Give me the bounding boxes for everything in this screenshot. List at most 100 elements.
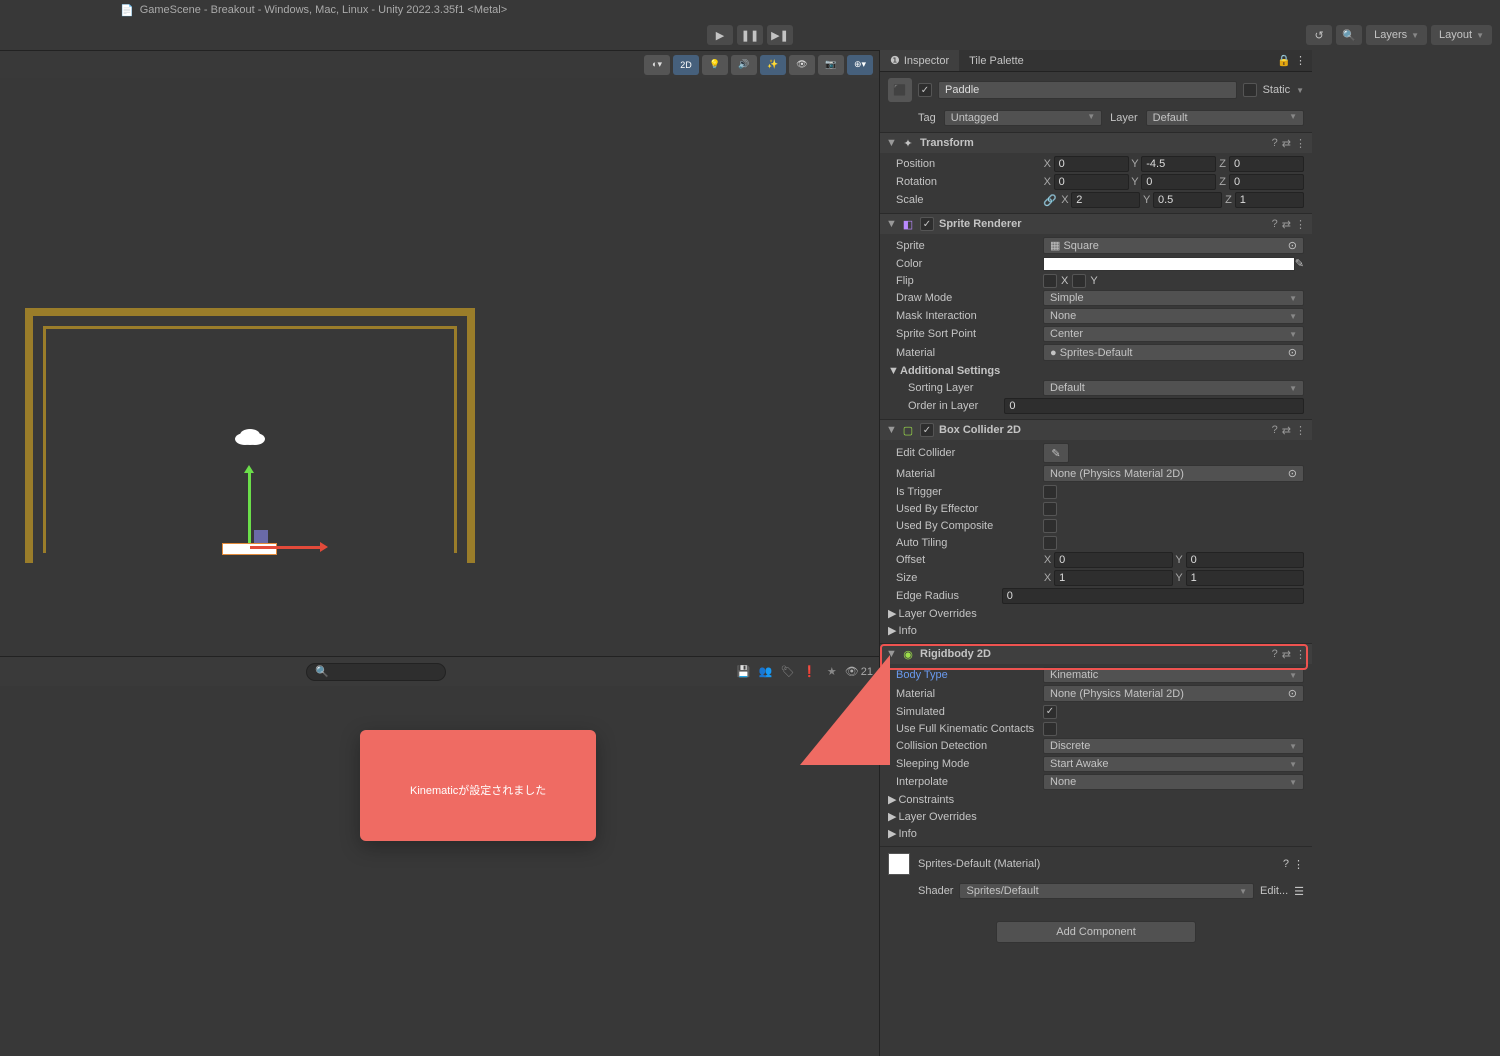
position-x[interactable]: [1054, 156, 1129, 172]
used-by-effector-checkbox[interactable]: [1043, 502, 1057, 516]
package-icon[interactable]: 👥: [757, 663, 775, 681]
help-icon[interactable]: ?: [1272, 137, 1278, 150]
console-search[interactable]: [306, 663, 446, 681]
size-y[interactable]: [1186, 570, 1304, 586]
layers-dropdown[interactable]: Layers▼: [1366, 25, 1427, 45]
edit-shader-button[interactable]: Edit...: [1260, 885, 1288, 897]
position-y[interactable]: [1141, 156, 1216, 172]
add-component-button[interactable]: Add Component: [996, 921, 1196, 943]
size-x[interactable]: [1054, 570, 1172, 586]
list-icon[interactable]: ☰: [1294, 885, 1304, 898]
shading-dropdown[interactable]: ◐▾: [644, 55, 670, 75]
tab-tile-palette[interactable]: Tile Palette: [959, 50, 1034, 71]
collider-material-field[interactable]: None (Physics Material 2D)⊙: [1043, 465, 1304, 482]
order-in-layer-field[interactable]: [1004, 398, 1304, 414]
hidden-toggle[interactable]: 👁: [789, 55, 815, 75]
paddle-sprite[interactable]: [222, 543, 277, 555]
window-title: GameScene - Breakout - Windows, Mac, Lin…: [140, 4, 507, 16]
transform-foldout[interactable]: ▼: [886, 137, 896, 149]
box-collider-enabled[interactable]: ✓: [920, 423, 934, 437]
tab-inspector[interactable]: ❶ Inspector: [880, 50, 959, 71]
menu-icon[interactable]: ⋮: [1295, 137, 1306, 150]
play-button[interactable]: ▶: [707, 25, 733, 45]
light-toggle[interactable]: 💡: [702, 55, 728, 75]
rb-material-field[interactable]: None (Physics Material 2D)⊙: [1043, 685, 1304, 702]
sprite-renderer-enabled[interactable]: ✓: [920, 217, 934, 231]
draw-mode-dropdown[interactable]: Simple▼: [1043, 290, 1304, 306]
color-field[interactable]: [1043, 257, 1295, 271]
layer-dropdown[interactable]: Default▼: [1146, 110, 1304, 126]
undo-history-icon[interactable]: ↺: [1306, 25, 1332, 45]
gameobject-name-field[interactable]: [938, 81, 1237, 99]
tag-dropdown[interactable]: Untagged▼: [944, 110, 1102, 126]
transform-title: Transform: [920, 137, 1267, 149]
pause-button[interactable]: ❚❚: [737, 25, 763, 45]
box-collider-foldout[interactable]: ▼: [886, 424, 896, 436]
eyedropper-icon[interactable]: ✎: [1295, 257, 1304, 270]
y-axis-gizmo[interactable]: [248, 468, 251, 543]
lock-icon[interactable]: 🔒: [1277, 54, 1291, 67]
document-icon: 📄: [120, 4, 134, 17]
layout-dropdown[interactable]: Layout▼: [1431, 25, 1492, 45]
body-type-dropdown[interactable]: Kinematic▼: [1043, 667, 1304, 683]
playback-controls: ▶ ❚❚ ▶❚ ↺ 🔍 Layers▼ Layout▼: [0, 20, 1500, 50]
ball-sprite[interactable]: [240, 433, 260, 445]
camera-toggle[interactable]: 📷: [818, 55, 844, 75]
is-trigger-checkbox[interactable]: [1043, 485, 1057, 499]
scale-x[interactable]: [1071, 192, 1140, 208]
auto-tiling-checkbox[interactable]: [1043, 536, 1057, 550]
scale-y[interactable]: [1153, 192, 1222, 208]
audio-toggle[interactable]: 🔊: [731, 55, 757, 75]
sprite-renderer-icon: ◧: [901, 217, 915, 231]
shader-dropdown[interactable]: Sprites/Default▼: [959, 883, 1254, 899]
gameobject-icon: ⬛: [888, 78, 912, 102]
collision-detection-dropdown[interactable]: Discrete▼: [1043, 738, 1304, 754]
2d-toggle[interactable]: 2D: [673, 55, 699, 75]
offset-x[interactable]: [1054, 552, 1172, 568]
static-dropdown[interactable]: ▼: [1296, 86, 1304, 95]
scene-view[interactable]: [0, 78, 879, 608]
sprite-field[interactable]: ▦ Square⊙: [1043, 237, 1304, 254]
sprite-renderer-foldout[interactable]: ▼: [886, 218, 896, 230]
static-checkbox[interactable]: [1243, 83, 1257, 97]
menu-icon[interactable]: ⋮: [1293, 858, 1304, 871]
edge-radius-field[interactable]: [1002, 588, 1304, 604]
sleeping-mode-dropdown[interactable]: Start Awake▼: [1043, 756, 1304, 772]
title-bar: 📄 GameScene - Breakout - Windows, Mac, L…: [0, 0, 1500, 20]
mask-dropdown[interactable]: None▼: [1043, 308, 1304, 324]
search-icon[interactable]: 🔍: [1336, 25, 1362, 45]
help-icon[interactable]: ?: [1283, 858, 1289, 870]
flip-x[interactable]: [1043, 274, 1057, 288]
scale-link-icon[interactable]: 🔗: [1043, 194, 1057, 207]
active-checkbox[interactable]: ✓: [918, 83, 932, 97]
menu-icon[interactable]: ⋮: [1295, 54, 1306, 67]
rotation-y[interactable]: [1141, 174, 1216, 190]
scale-z[interactable]: [1235, 192, 1304, 208]
tag-icon[interactable]: 🏷: [779, 663, 797, 681]
position-z[interactable]: [1229, 156, 1304, 172]
box-collider-icon: ▢: [901, 423, 915, 437]
static-label: Static: [1263, 84, 1291, 96]
edit-collider-button[interactable]: ✎: [1043, 443, 1069, 463]
selection-origin: [254, 530, 268, 544]
interpolate-dropdown[interactable]: None▼: [1043, 774, 1304, 790]
used-by-composite-checkbox[interactable]: [1043, 519, 1057, 533]
gizmos-toggle[interactable]: ⊕▾: [847, 55, 873, 75]
offset-y[interactable]: [1186, 552, 1304, 568]
sort-point-dropdown[interactable]: Center▼: [1043, 326, 1304, 342]
sorting-layer-dropdown[interactable]: Default▼: [1043, 380, 1304, 396]
rotation-z[interactable]: [1229, 174, 1304, 190]
x-axis-gizmo[interactable]: [250, 546, 325, 549]
flip-y[interactable]: [1072, 274, 1086, 288]
material-field[interactable]: ● Sprites-Default⊙: [1043, 344, 1304, 361]
annotation-arrow: [800, 655, 890, 765]
kinematic-contacts-checkbox[interactable]: [1043, 722, 1057, 736]
step-button[interactable]: ▶❚: [767, 25, 793, 45]
scene-toolbar: ◐▾ 2D 💡 🔊 ✨ 👁 📷 ⊕▾: [0, 50, 879, 78]
simulated-checkbox[interactable]: ✓: [1043, 705, 1057, 719]
rotation-x[interactable]: [1054, 174, 1129, 190]
console-bar: 💾 👥 🏷 ❗ ★ 👁 21: [0, 656, 879, 686]
save-icon[interactable]: 💾: [735, 663, 753, 681]
fx-toggle[interactable]: ✨: [760, 55, 786, 75]
preset-icon[interactable]: ⇄: [1282, 137, 1291, 150]
